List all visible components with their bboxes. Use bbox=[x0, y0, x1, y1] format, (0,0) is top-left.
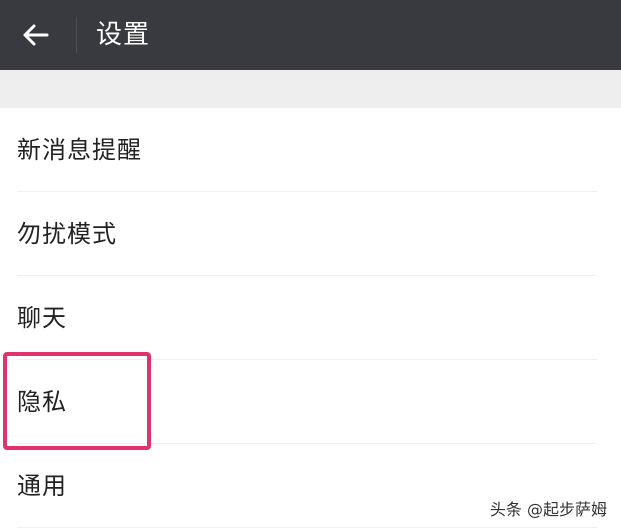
settings-item-label: 通用 bbox=[17, 472, 67, 500]
settings-item-label: 勿扰模式 bbox=[17, 220, 117, 248]
page-title: 设置 bbox=[96, 20, 151, 50]
settings-item-label: 聊天 bbox=[17, 304, 67, 332]
arrow-left-icon bbox=[23, 24, 49, 46]
header-divider bbox=[76, 17, 77, 53]
settings-item-new-message-alerts[interactable]: 新消息提醒 bbox=[0, 108, 621, 192]
top-app-bar: 设置 bbox=[0, 0, 621, 70]
watermark-text: 头条 @起步萨姆 bbox=[489, 500, 607, 519]
settings-item-label: 新消息提醒 bbox=[17, 136, 142, 164]
settings-item-chat[interactable]: 聊天 bbox=[0, 276, 621, 360]
section-spacer bbox=[0, 70, 621, 108]
settings-item-do-not-disturb[interactable]: 勿扰模式 bbox=[0, 192, 621, 276]
row-divider bbox=[17, 527, 597, 528]
back-button[interactable] bbox=[14, 14, 56, 56]
privacy-highlight-box bbox=[3, 352, 151, 450]
